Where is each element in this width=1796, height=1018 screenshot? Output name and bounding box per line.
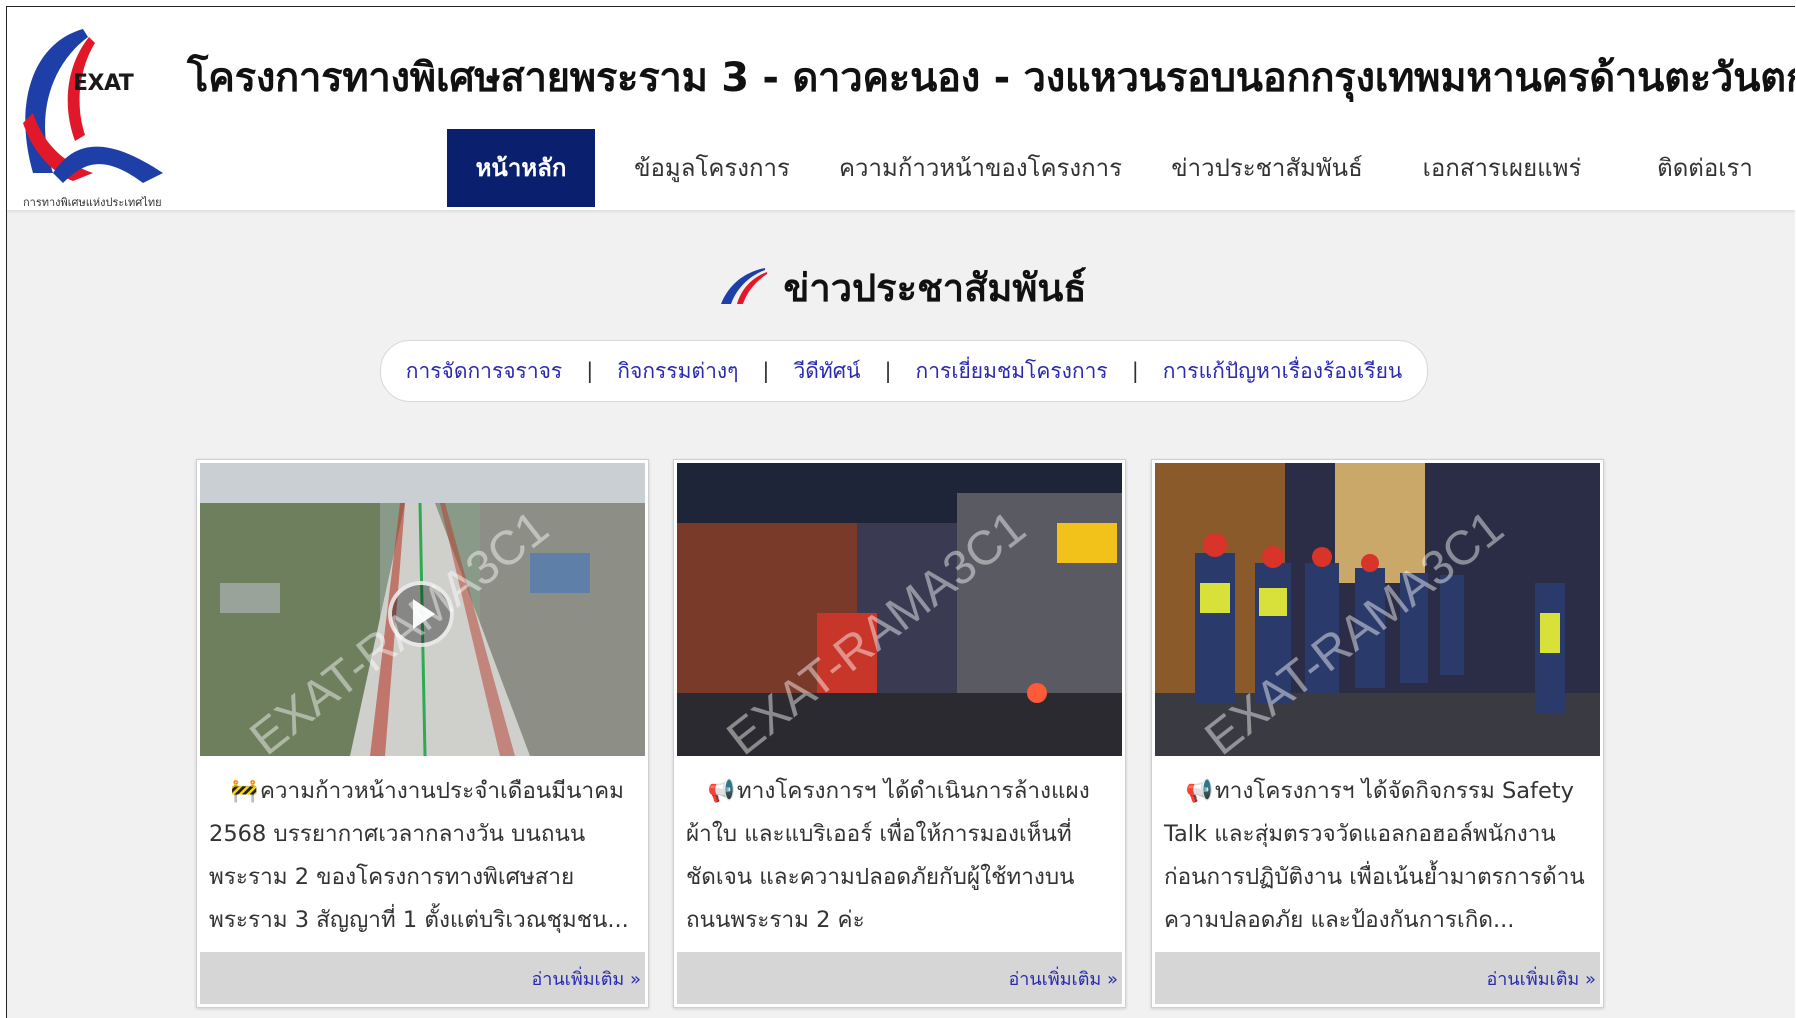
exat-logo-icon [23,29,163,183]
section-heading: ข่าวประชาสัมพันธ์ [7,257,1795,318]
filter-separator: | [762,359,770,383]
logo-subtitle: การทางพิเศษแห่งประเทศไทย [23,196,162,209]
news-card-footer: อ่านเพิ่มเติม » [200,952,645,1004]
news-card-summary: ทางโครงการฯ ได้จัดกิจกรรม Safety Talk แล… [1164,778,1585,933]
megaphone-icon: 📢 [707,779,735,804]
nav-item-home[interactable]: หน้าหลัก [447,129,595,207]
news-card[interactable]: EXAT-RAMA3C1 📢ทางโครงการฯ ได้จัดกิจกรรม … [1151,459,1604,1008]
filter-separator: | [884,359,892,383]
news-card-text: 🚧ความก้าวหน้างานประจำเดือนมีนาคม 2568 บร… [209,770,634,945]
news-card-image[interactable]: EXAT-RAMA3C1 [677,463,1122,756]
filter-separator: | [1131,359,1139,383]
news-card-text: 📢ทางโครงการฯ ได้จัดกิจกรรม Safety Talk แ… [1164,770,1589,945]
news-card-footer: อ่านเพิ่มเติม » [1155,952,1600,1004]
megaphone-icon: 📢 [1185,779,1213,804]
news-card-image[interactable]: EXAT-RAMA3C1 [200,463,645,756]
read-more-link[interactable]: อ่านเพิ่มเติม » [531,964,641,993]
news-card-image[interactable]: EXAT-RAMA3C1 [1155,463,1600,756]
news-card-footer: อ่านเพิ่มเติม » [677,952,1122,1004]
filter-activities[interactable]: กิจกรรมต่างๆ [617,355,738,388]
swoosh-icon [717,266,769,315]
browser-viewport: EXAT การทางพิเศษแห่งประเทศไทย โครงการทาง… [6,6,1795,1018]
site-header: EXAT การทางพิเศษแห่งประเทศไทย โครงการทาง… [7,7,1795,210]
site-title: โครงการทางพิเศษสายพระราม 3 - ดาวคะนอง - … [187,55,1795,101]
news-card-text: 📢ทางโครงการฯ ได้ดำเนินการล้างแผงผ้าใบ แล… [686,770,1111,945]
filter-separator: | [586,359,594,383]
logo-text: EXAT [73,71,134,96]
news-card-summary: ทางโครงการฯ ได้ดำเนินการล้างแผงผ้าใบ และ… [686,778,1090,933]
news-filter-bar: การจัดการจราจร | กิจกรรมต่างๆ | วีดีทัศน… [380,340,1428,402]
filter-traffic-management[interactable]: การจัดการจราจร [406,355,562,388]
news-card[interactable]: EXAT-RAMA3C1 🚧ความก้าวหน้างานประจำเดือนม… [196,459,649,1008]
filter-videos[interactable]: วีดีทัศน์ [793,355,860,388]
exat-logo[interactable]: EXAT การทางพิเศษแห่งประเทศไทย [13,23,171,209]
read-more-link[interactable]: อ่านเพิ่มเติม » [1008,964,1118,993]
news-card[interactable]: EXAT-RAMA3C1 📢ทางโครงการฯ ได้ดำเนินการล้… [673,459,1126,1008]
filter-site-visits[interactable]: การเยี่ยมชมโครงการ [916,355,1108,388]
nav-item-documents[interactable]: เอกสารเผยแพร่ [1417,129,1587,207]
nav-item-contact[interactable]: ติดต่อเรา [1635,129,1775,207]
nav-item-news[interactable]: ข่าวประชาสัมพันธ์ [1167,129,1367,207]
construction-sign-icon: 🚧 [230,779,258,804]
section-title: ข่าวประชาสัมพันธ์ [783,266,1087,310]
read-more-link[interactable]: อ่านเพิ่มเติม » [1486,964,1596,993]
nav-item-project-info[interactable]: ข้อมูลโครงการ [627,129,797,207]
nav-item-project-progress[interactable]: ความก้าวหน้าของโครงการ [839,129,1122,207]
filter-complaints[interactable]: การแก้ปัญหาเรื่องร้องเรียน [1163,355,1402,388]
news-card-summary: ความก้าวหน้างานประจำเดือนมีนาคม 2568 บรร… [209,778,629,933]
